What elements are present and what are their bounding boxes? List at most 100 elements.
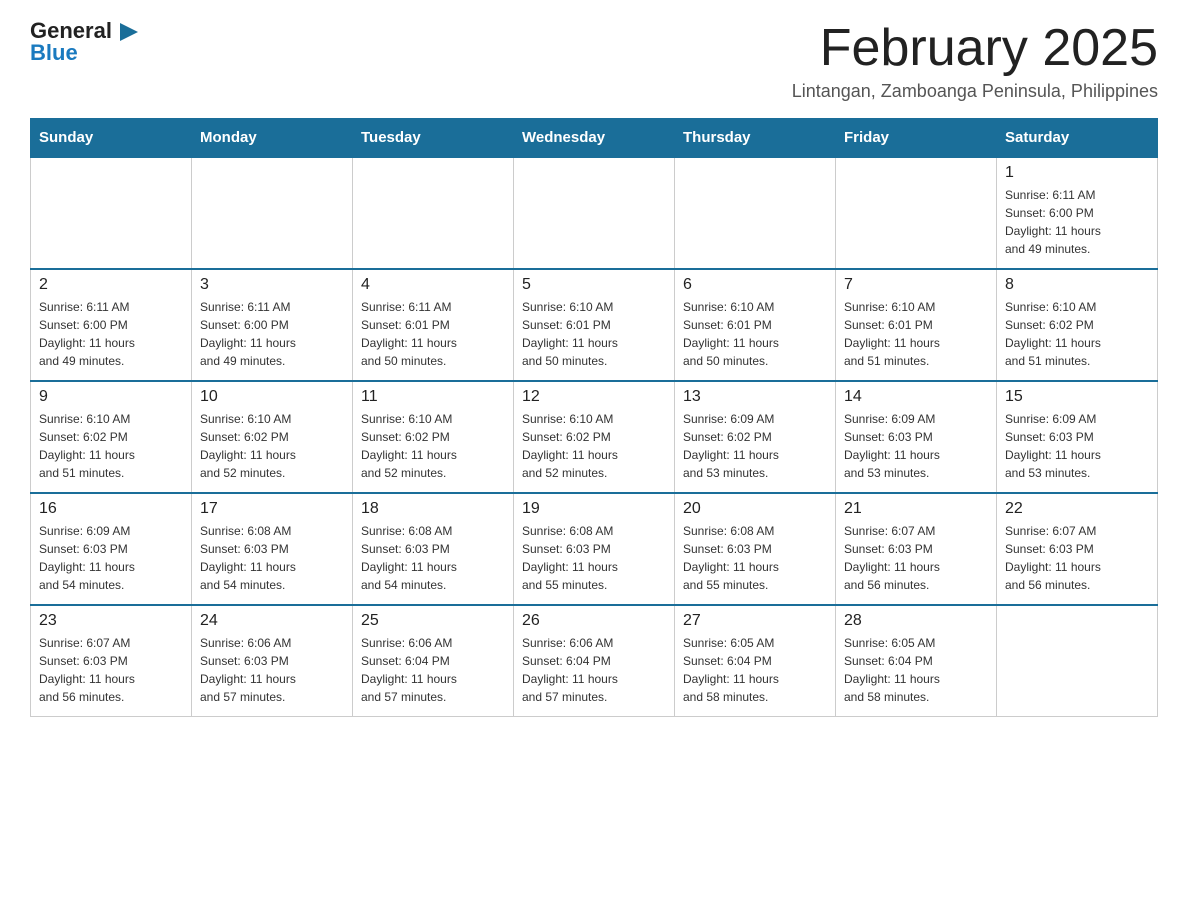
calendar-day-cell: 21 Sunrise: 6:07 AM Sunset: 6:03 PM Dayli… [836,493,997,605]
calendar-day-cell [192,157,353,269]
calendar-day-cell: 8 Sunrise: 6:10 AM Sunset: 6:02 PM Daylig… [997,269,1158,381]
day-number: 16 [39,500,183,518]
calendar-day-cell: 23 Sunrise: 6:07 AM Sunset: 6:03 PM Dayli… [31,605,192,717]
calendar-table: SundayMondayTuesdayWednesdayThursdayFrid… [30,118,1158,717]
weekday-header-friday: Friday [836,119,997,158]
day-number: 13 [683,388,827,406]
day-number: 1 [1005,164,1149,182]
day-number: 21 [844,500,988,518]
location-subtitle: Lintangan, Zamboanga Peninsula, Philippi… [792,81,1158,102]
calendar-day-cell: 25 Sunrise: 6:06 AM Sunset: 6:04 PM Dayli… [353,605,514,717]
day-info: Sunrise: 6:10 AM Sunset: 6:02 PM Dayligh… [39,412,135,480]
calendar-week-row: 1 Sunrise: 6:11 AM Sunset: 6:00 PM Daylig… [31,157,1158,269]
day-number: 19 [522,500,666,518]
day-info: Sunrise: 6:11 AM Sunset: 6:00 PM Dayligh… [1005,188,1101,256]
day-number: 22 [1005,500,1149,518]
day-number: 26 [522,612,666,630]
calendar-day-cell: 4 Sunrise: 6:11 AM Sunset: 6:01 PM Daylig… [353,269,514,381]
day-info: Sunrise: 6:08 AM Sunset: 6:03 PM Dayligh… [683,524,779,592]
calendar-day-cell: 6 Sunrise: 6:10 AM Sunset: 6:01 PM Daylig… [675,269,836,381]
day-info: Sunrise: 6:07 AM Sunset: 6:03 PM Dayligh… [1005,524,1101,592]
calendar-day-cell: 27 Sunrise: 6:05 AM Sunset: 6:04 PM Dayli… [675,605,836,717]
day-info: Sunrise: 6:10 AM Sunset: 6:01 PM Dayligh… [522,300,618,368]
day-info: Sunrise: 6:09 AM Sunset: 6:03 PM Dayligh… [39,524,135,592]
day-info: Sunrise: 6:09 AM Sunset: 6:03 PM Dayligh… [844,412,940,480]
calendar-day-cell: 11 Sunrise: 6:10 AM Sunset: 6:02 PM Dayli… [353,381,514,493]
calendar-week-row: 9Sunrise: 6:10 AM Sunset: 6:02 PM Daylig… [31,381,1158,493]
calendar-day-cell: 19 Sunrise: 6:08 AM Sunset: 6:03 PM Dayli… [514,493,675,605]
month-title: February 2025 [792,20,1158,77]
day-number: 15 [1005,388,1149,406]
calendar-day-cell: 5 Sunrise: 6:10 AM Sunset: 6:01 PM Daylig… [514,269,675,381]
calendar-day-cell [836,157,997,269]
day-info: Sunrise: 6:10 AM Sunset: 6:02 PM Dayligh… [522,412,618,480]
day-info: Sunrise: 6:06 AM Sunset: 6:04 PM Dayligh… [361,636,457,704]
calendar-day-cell [514,157,675,269]
day-info: Sunrise: 6:11 AM Sunset: 6:01 PM Dayligh… [361,300,457,368]
logo-general: General [30,20,138,42]
day-info: Sunrise: 6:09 AM Sunset: 6:02 PM Dayligh… [683,412,779,480]
calendar-day-cell: 28 Sunrise: 6:05 AM Sunset: 6:04 PM Dayli… [836,605,997,717]
day-number: 24 [200,612,344,630]
day-number: 7 [844,276,988,294]
weekday-header-saturday: Saturday [997,119,1158,158]
calendar-day-cell [675,157,836,269]
day-number: 25 [361,612,505,630]
day-info: Sunrise: 6:06 AM Sunset: 6:03 PM Dayligh… [200,636,296,704]
calendar-day-cell: 14 Sunrise: 6:09 AM Sunset: 6:03 PM Dayli… [836,381,997,493]
day-number: 4 [361,276,505,294]
day-number: 27 [683,612,827,630]
day-number: 2 [39,276,183,294]
day-number: 3 [200,276,344,294]
calendar-day-cell: 17Sunrise: 6:08 AM Sunset: 6:03 PM Dayli… [192,493,353,605]
calendar-day-cell: 1 Sunrise: 6:11 AM Sunset: 6:00 PM Daylig… [997,157,1158,269]
day-info: Sunrise: 6:10 AM Sunset: 6:01 PM Dayligh… [683,300,779,368]
day-number: 28 [844,612,988,630]
title-block: February 2025 Lintangan, Zamboanga Penin… [792,20,1158,102]
day-info: Sunrise: 6:05 AM Sunset: 6:04 PM Dayligh… [844,636,940,704]
weekday-header-wednesday: Wednesday [514,119,675,158]
day-info: Sunrise: 6:08 AM Sunset: 6:03 PM Dayligh… [361,524,457,592]
calendar-day-cell [353,157,514,269]
day-number: 12 [522,388,666,406]
calendar-day-cell: 7 Sunrise: 6:10 AM Sunset: 6:01 PM Daylig… [836,269,997,381]
calendar-header-row: SundayMondayTuesdayWednesdayThursdayFrid… [31,119,1158,158]
day-number: 11 [361,388,505,406]
day-number: 23 [39,612,183,630]
weekday-header-thursday: Thursday [675,119,836,158]
weekday-header-tuesday: Tuesday [353,119,514,158]
day-number: 6 [683,276,827,294]
calendar-day-cell: 10 Sunrise: 6:10 AM Sunset: 6:02 PM Dayli… [192,381,353,493]
day-info: Sunrise: 6:11 AM Sunset: 6:00 PM Dayligh… [39,300,135,368]
calendar-day-cell: 24 Sunrise: 6:06 AM Sunset: 6:03 PM Dayli… [192,605,353,717]
day-info: Sunrise: 6:10 AM Sunset: 6:01 PM Dayligh… [844,300,940,368]
day-info: Sunrise: 6:08 AM Sunset: 6:03 PM Dayligh… [200,524,296,592]
calendar-day-cell: 18 Sunrise: 6:08 AM Sunset: 6:03 PM Dayli… [353,493,514,605]
day-info: Sunrise: 6:10 AM Sunset: 6:02 PM Dayligh… [200,412,296,480]
weekday-header-monday: Monday [192,119,353,158]
calendar-day-cell: 9Sunrise: 6:10 AM Sunset: 6:02 PM Daylig… [31,381,192,493]
day-info: Sunrise: 6:05 AM Sunset: 6:04 PM Dayligh… [683,636,779,704]
calendar-week-row: 23 Sunrise: 6:07 AM Sunset: 6:03 PM Dayli… [31,605,1158,717]
day-info: Sunrise: 6:07 AM Sunset: 6:03 PM Dayligh… [39,636,135,704]
day-number: 14 [844,388,988,406]
day-info: Sunrise: 6:07 AM Sunset: 6:03 PM Dayligh… [844,524,940,592]
day-info: Sunrise: 6:10 AM Sunset: 6:02 PM Dayligh… [1005,300,1101,368]
day-info: Sunrise: 6:08 AM Sunset: 6:03 PM Dayligh… [522,524,618,592]
page-header: General Blue February 2025 Lintangan, Za… [30,20,1158,102]
calendar-day-cell: 2 Sunrise: 6:11 AM Sunset: 6:00 PM Daylig… [31,269,192,381]
day-info: Sunrise: 6:10 AM Sunset: 6:02 PM Dayligh… [361,412,457,480]
logo-blue: Blue [30,42,138,64]
day-number: 10 [200,388,344,406]
calendar-day-cell [997,605,1158,717]
weekday-header-sunday: Sunday [31,119,192,158]
calendar-week-row: 16 Sunrise: 6:09 AM Sunset: 6:03 PM Dayli… [31,493,1158,605]
day-info: Sunrise: 6:06 AM Sunset: 6:04 PM Dayligh… [522,636,618,704]
day-number: 5 [522,276,666,294]
calendar-day-cell: 20Sunrise: 6:08 AM Sunset: 6:03 PM Dayli… [675,493,836,605]
day-number: 8 [1005,276,1149,294]
calendar-day-cell: 26 Sunrise: 6:06 AM Sunset: 6:04 PM Dayli… [514,605,675,717]
calendar-day-cell [31,157,192,269]
day-number: 18 [361,500,505,518]
calendar-day-cell: 12 Sunrise: 6:10 AM Sunset: 6:02 PM Dayli… [514,381,675,493]
